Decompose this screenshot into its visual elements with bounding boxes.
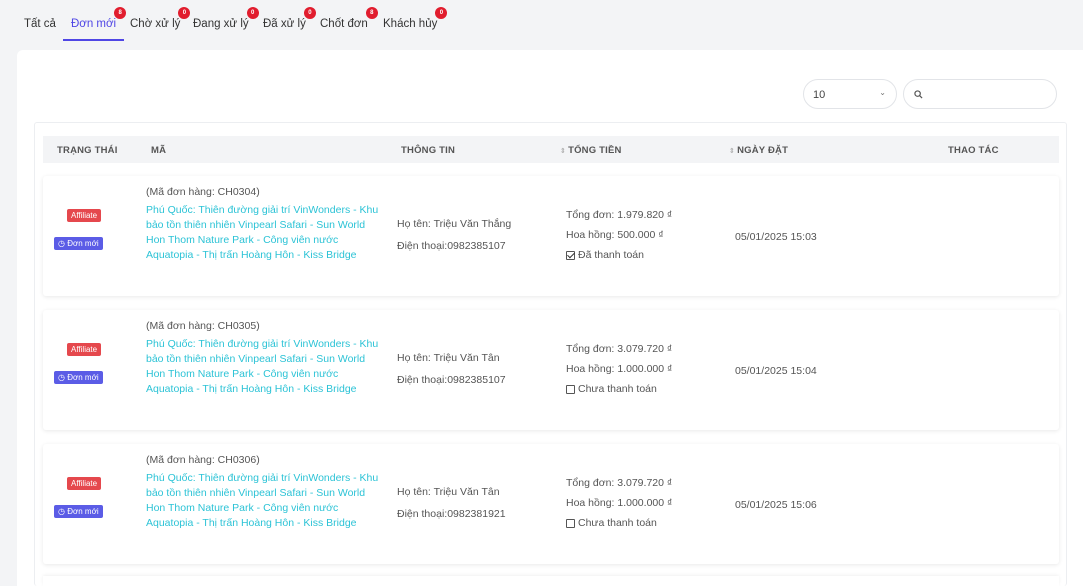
status-badge: ◷ Đơn mới [54,237,103,250]
order-total: Tổng đơn: 3.079.720 ₫ [566,343,673,355]
count-badge: 8 [365,7,378,19]
page-size-select[interactable]: 10 ⌄ [803,79,897,109]
tab-new-orders[interactable]: Đơn mới 8 [71,7,127,30]
order-money: Tổng đơn: 3.079.720 ₫ Hoa hồng: 1.000.00… [566,339,672,399]
status-badge-label: Đơn mới [67,507,99,516]
header-info: THÔNG TIN [401,145,456,156]
tab-label: Chốt đơn [320,18,368,30]
table-row[interactable]: Affiliate ◷ Đơn mới (Mã đơn hàng: CH0306… [43,444,1059,564]
header-date-label: NGÀY ĐẶT [737,145,789,156]
customer-name: Họ tên: Triệu Văn Tân [397,486,500,498]
customer-name: Họ tên: Triệu Văn Thắng [397,218,512,230]
status-badge-label: Đơn mới [67,239,99,248]
payment-status: Chưa thanh toán [566,513,672,533]
commission: Hoa hồng: 500.000 ₫ [566,229,664,241]
clock-icon: ◷ [58,239,65,248]
tab-label: Chờ xử lý [130,18,181,30]
payment-label: Chưa thanh toán [578,383,657,395]
product-link[interactable]: Phú Quốc: Thiên đường giải trí VinWonder… [146,337,386,397]
status-tabs: Tất cả Đơn mới 8 Chờ xử lý 0 Đang xử lý 0 Đ… [0,0,1083,48]
order-money: Tổng đơn: 3.079.720 ₫ Hoa hồng: 1.000.00… [566,473,672,533]
table-header: TRẠNG THÁI MÃ THÔNG TIN ⇕ TỔNG TIỀN ⇕ NGÀY… [43,136,1059,163]
product-link[interactable]: Phú Quốc: Thiên đường giải trí VinWonder… [146,203,386,263]
tab-label: Đang xử lý [193,18,249,30]
page-size-value: 10 [813,89,826,101]
payment-label: Đã thanh toán [578,249,644,261]
affiliate-badge: Affiliate [67,209,102,222]
payment-label: Chưa thanh toán [578,517,657,529]
status-badge: ◷ Đơn mới [54,505,103,518]
payment-status: Chưa thanh toán [566,379,672,399]
affiliate-badge: Affiliate [67,477,102,490]
status-badge-label: Đơn mới [67,373,99,382]
checkbox-checked-icon [566,250,575,260]
count-badge: 0 [246,7,259,19]
order-money: Tổng đơn: 1.979.820 ₫ Hoa hồng: 500.000 … [566,205,672,265]
tab-label: Khách hủy [383,18,438,30]
header-status: TRẠNG THÁI [57,145,118,156]
product-link[interactable]: Phú Quốc: Thiên đường giải trí VinWonder… [146,471,386,531]
order-code: (Mã đơn hàng: CH0304) [146,186,260,198]
customer-info: Họ tên: Triệu Văn Tân Điện thoại:0982385… [397,347,506,391]
count-badge: 0 [178,7,191,19]
sort-icon: ⇕ [729,148,736,155]
sort-icon: ⇕ [560,148,567,155]
payment-status: Đã thanh toán [566,245,672,265]
search-input[interactable] [928,86,1048,104]
affiliate-badge: Affiliate [67,343,102,356]
tab-label: Đơn mới [71,18,117,30]
header-code: MÃ [151,145,167,156]
customer-phone: Điện thoại:0982385107 [397,374,506,386]
customer-name: Họ tên: Triệu Văn Tân [397,352,500,364]
table-row[interactable]: Affiliate ◷ Đơn mới (Mã đơn hàng: CH0304… [43,176,1059,296]
header-date[interactable]: ⇕ NGÀY ĐẶT [729,145,788,156]
clock-icon: ◷ [58,373,65,382]
checkbox-unchecked-icon [566,384,575,394]
count-badge: 0 [435,7,448,19]
commission: Hoa hồng: 1.000.000 ₫ [566,497,673,509]
customer-phone: Điện thoại:0982381921 [397,508,506,520]
count-badge: 8 [114,7,127,19]
order-date: 05/01/2025 15:03 [735,231,817,243]
order-code: (Mã đơn hàng: CH0305) [146,320,260,332]
order-code: (Mã đơn hàng: CH0306) [146,454,260,466]
active-tab-indicator [63,39,124,41]
order-date: 05/01/2025 15:06 [735,499,817,511]
status-badge: ◷ Đơn mới [54,371,103,384]
tab-label: Tất cả [24,18,56,30]
order-date: 05/01/2025 15:04 [735,365,817,377]
checkbox-unchecked-icon [566,518,575,528]
commission: Hoa hồng: 1.000.000 ₫ [566,363,673,375]
customer-info: Họ tên: Triệu Văn Thắng Điện thoại:09823… [397,213,511,257]
tab-processed[interactable]: Đã xử lý 0 [263,7,316,30]
tab-all[interactable]: Tất cả [24,18,56,30]
header-total-label: TỔNG TIỀN [568,145,622,156]
header-total[interactable]: ⇕ TỔNG TIỀN [560,145,622,156]
table-row[interactable]: Affiliate ◷ Đơn mới (Mã đơn hàng: CH0305… [43,310,1059,430]
order-total: Tổng đơn: 3.079.720 ₫ [566,477,673,489]
customer-phone: Điện thoại:0982385107 [397,240,506,252]
clock-icon: ◷ [58,507,65,516]
chevron-down-icon: ⌄ [879,88,886,97]
tab-label: Đã xử lý [263,18,306,30]
search-box[interactable] [903,79,1057,109]
tab-closed[interactable]: Chốt đơn 8 [320,7,378,30]
customer-info: Họ tên: Triệu Văn Tân Điện thoại:0982381… [397,481,506,525]
tab-pending[interactable]: Chờ xử lý 0 [130,7,191,30]
next-row-edge [43,576,1059,586]
search-icon [914,90,923,99]
header-actions: THAO TÁC [948,145,999,156]
count-badge: 0 [303,7,316,19]
tab-cancelled[interactable]: Khách hủy 0 [383,7,448,30]
order-total: Tổng đơn: 1.979.820 ₫ [566,209,673,221]
tab-processing[interactable]: Đang xử lý 0 [193,7,259,30]
